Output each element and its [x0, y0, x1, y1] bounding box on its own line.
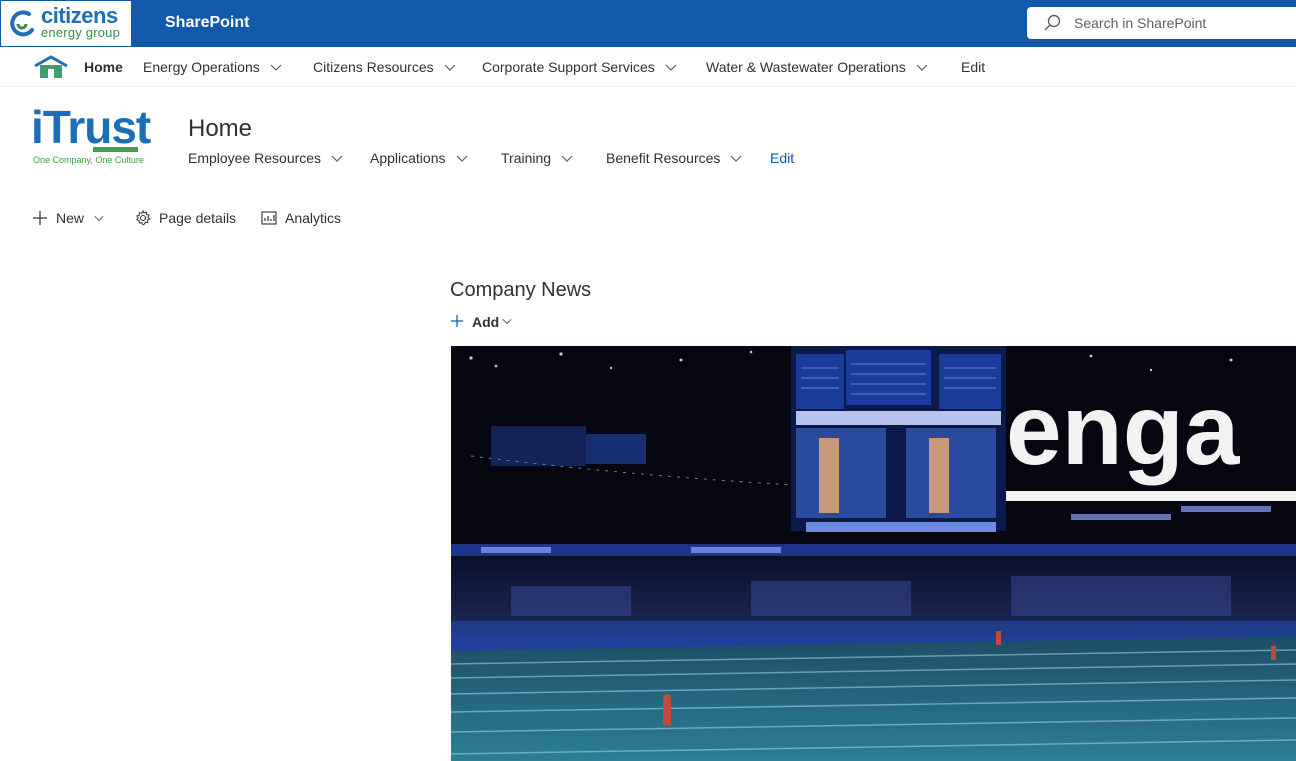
- hub-item-energy-operations[interactable]: Energy Operations: [143, 59, 282, 75]
- hub-item-label: Home: [84, 59, 123, 75]
- chevron-down-icon: [270, 64, 282, 72]
- new-button-label: New: [56, 210, 85, 226]
- site-nav-applications[interactable]: Applications: [370, 150, 468, 166]
- site-logo-tagline: One Company, One Culture: [33, 155, 144, 165]
- chevron-down-icon: [730, 155, 742, 163]
- chevron-down-icon: [561, 155, 573, 163]
- hub-item-corporate-support-services[interactable]: Corporate Support Services: [482, 59, 677, 75]
- search-input[interactable]: Search in SharePoint: [1027, 7, 1296, 39]
- hub-item-home[interactable]: Home: [84, 59, 123, 75]
- site-nav-training[interactable]: Training: [501, 150, 573, 166]
- new-button[interactable]: New: [32, 210, 104, 227]
- hub-navigation: Home Energy Operations Citizens Resource…: [0, 47, 1296, 87]
- site-logo-underline: [93, 147, 138, 152]
- brand-logo[interactable]: citizens energy group: [0, 0, 132, 47]
- news-section-title: Company News: [450, 279, 592, 301]
- site-nav-label: Training: [501, 150, 552, 166]
- site-nav-benefit-resources[interactable]: Benefit Resources: [606, 150, 742, 166]
- hub-item-label: Water & Wastewater Operations: [706, 59, 906, 75]
- search-placeholder: Search in SharePoint: [1074, 15, 1207, 31]
- analytics-label: Analytics: [285, 210, 342, 226]
- app-name-link[interactable]: SharePoint: [165, 14, 249, 32]
- gear-icon: [135, 210, 151, 226]
- news-hero-image[interactable]: enga: [451, 346, 1296, 761]
- site-nav-edit-link[interactable]: Edit: [770, 150, 794, 166]
- home-icon[interactable]: [33, 55, 69, 79]
- plus-icon: [450, 315, 464, 328]
- chevron-down-icon: [665, 64, 677, 72]
- hero-headline: enga: [1006, 374, 1241, 486]
- site-logo[interactable]: iTrust One Company, One Culture: [31, 104, 156, 172]
- chevron-down-icon: [94, 216, 104, 222]
- chevron-down-icon: [502, 319, 512, 325]
- hub-item-label: Corporate Support Services: [482, 59, 655, 75]
- plus-icon: [33, 211, 47, 226]
- swimming-arena-image: enga: [451, 346, 1296, 761]
- suite-bar: citizens energy group SharePoint Search …: [0, 0, 1296, 47]
- hub-item-citizens-resources[interactable]: Citizens Resources: [313, 59, 456, 75]
- page-details-label: Page details: [159, 210, 237, 226]
- site-logo-word: iTrust: [31, 101, 151, 153]
- site-nav-label: Employee Resources: [188, 150, 322, 166]
- chevron-down-icon: [444, 64, 456, 72]
- page-details-button[interactable]: Page details: [135, 210, 236, 227]
- hub-item-label: Energy Operations: [143, 59, 260, 75]
- search-icon: [1044, 14, 1061, 31]
- site-nav-label: Benefit Resources: [606, 150, 721, 166]
- chevron-down-icon: [331, 155, 343, 163]
- citizens-swirl-icon: [10, 10, 34, 37]
- brand-subtitle: energy group: [41, 25, 121, 40]
- hub-edit-link[interactable]: Edit: [961, 59, 985, 75]
- site-nav-label: Applications: [370, 150, 446, 166]
- site-nav-employee-resources[interactable]: Employee Resources: [188, 150, 343, 166]
- analytics-icon: [261, 211, 277, 225]
- add-news-label: Add: [472, 314, 500, 330]
- hub-item-water-wastewater-operations[interactable]: Water & Wastewater Operations: [706, 59, 928, 75]
- site-title[interactable]: Home: [188, 115, 252, 143]
- chevron-down-icon: [456, 155, 467, 163]
- hub-item-label: Citizens Resources: [313, 59, 434, 75]
- add-news-button[interactable]: Add: [450, 314, 512, 330]
- analytics-button[interactable]: Analytics: [261, 210, 341, 227]
- chevron-down-icon: [916, 64, 928, 72]
